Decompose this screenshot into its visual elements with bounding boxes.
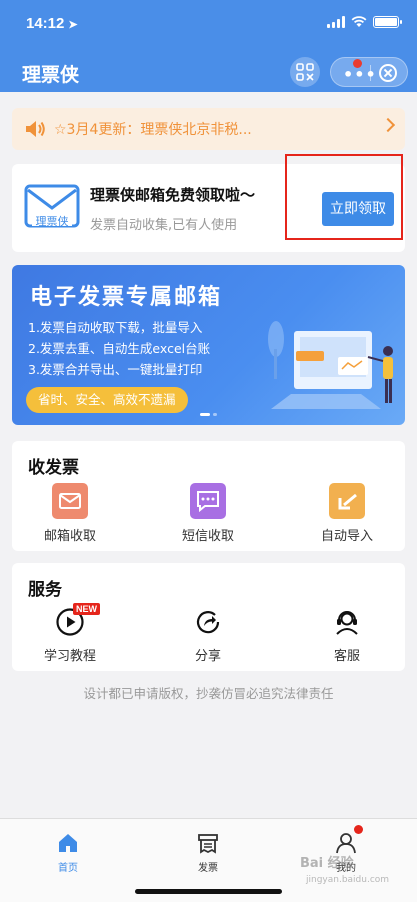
receive-section-title: 收发票 — [28, 458, 79, 478]
banner-title: 电子发票专属邮箱 — [30, 285, 223, 310]
speaker-icon — [26, 121, 45, 137]
banner-pager — [200, 413, 217, 416]
status-time-text: 14:12 — [26, 15, 65, 32]
import-arrow-icon — [329, 483, 365, 519]
banner-line-1: 1.发票自动收取下载，批量导入 — [28, 320, 203, 335]
chevron-right-icon — [380, 117, 396, 133]
notice-text: ☆3月4更新：理票侠北京非税... — [54, 122, 252, 138]
scan-icon — [296, 63, 314, 81]
sms-receive-label: 短信收取 — [181, 529, 234, 544]
profile-notification-dot — [354, 825, 363, 834]
home-indicator — [135, 889, 282, 894]
status-time: 14:12 ➤ — [26, 15, 78, 32]
mail-card-subtitle: 发票自动收集,已有人使用 — [90, 218, 238, 233]
mail-receive-item[interactable]: 邮箱收取 — [15, 483, 125, 544]
share-label: 分享 — [194, 649, 221, 664]
tutorial-item[interactable]: NEW 学习教程 — [15, 603, 125, 664]
copyright-text: 设计都已申请版权，抄袭仿冒必追究法律责任 — [83, 686, 334, 701]
app-title: 理票侠 — [22, 64, 80, 86]
location-arrow-icon: ➤ — [68, 19, 78, 31]
receive-section: 收发票 邮箱收取 短信收取 自动导入 — [12, 441, 405, 551]
share-item[interactable]: 分享 — [153, 607, 263, 664]
service-section: 服务 NEW 学习教程 分享 客服 — [12, 563, 405, 671]
mail-card-title: 理票侠邮箱免费领取啦～ — [90, 186, 256, 204]
new-badge: NEW — [73, 603, 100, 615]
message-icon — [190, 483, 226, 519]
top-bar: 14:12 ➤ 理票侠 ••• — [0, 0, 417, 92]
invoice-icon — [198, 834, 218, 854]
promo-banner[interactable]: 电子发票专属邮箱 1.发票自动收取下载，批量导入 2.发票去重、自动生成exce… — [12, 265, 405, 425]
customer-service-item[interactable]: 客服 — [292, 607, 402, 664]
tab-invoice-label: 发票 — [198, 863, 218, 874]
more-icon[interactable]: ••• — [343, 65, 377, 84]
auto-import-item[interactable]: 自动导入 — [292, 483, 402, 544]
customer-service-label: 客服 — [333, 649, 360, 664]
tab-home-label: 首页 — [58, 863, 78, 874]
wifi-icon — [351, 16, 367, 27]
service-section-title: 服务 — [28, 580, 62, 600]
headset-icon — [336, 611, 358, 635]
scan-button[interactable] — [290, 57, 320, 87]
battery-icon — [373, 16, 402, 28]
mail-receive-label: 邮箱收取 — [43, 529, 96, 544]
home-icon — [59, 834, 77, 852]
status-icons — [327, 16, 402, 28]
claim-button[interactable]: 立即领取 — [322, 192, 394, 226]
banner-illustration — [268, 321, 393, 409]
banner-line-3: 3.发票合并导出、一键批量打印 — [28, 362, 203, 377]
banner-pill: 省时、安全、高效不遗漏 — [26, 387, 188, 413]
sms-receive-item[interactable]: 短信收取 — [153, 483, 263, 544]
auto-import-label: 自动导入 — [320, 529, 373, 544]
tutorial-label: 学习教程 — [43, 649, 96, 664]
close-icon[interactable] — [379, 64, 397, 82]
watermark: Bai 经验 — [300, 856, 354, 871]
mail-promo-card: 理票侠 理票侠邮箱免费领取啦～ 发票自动收集,已有人使用 立即领取 — [12, 154, 405, 252]
notice-bar[interactable]: ☆3月4更新：理票侠北京非税... — [12, 108, 405, 150]
share-icon — [196, 611, 220, 634]
watermark-url: jingyan.baidu.com — [306, 875, 390, 885]
notification-dot — [353, 59, 362, 68]
banner-line-2: 2.发票去重、自动生成excel台账 — [28, 341, 211, 356]
mini-program-capsule: ••• — [330, 57, 408, 87]
signal-icon — [327, 16, 345, 28]
mail-icon-label: 理票侠 — [35, 215, 69, 228]
envelope-icon — [52, 483, 88, 519]
